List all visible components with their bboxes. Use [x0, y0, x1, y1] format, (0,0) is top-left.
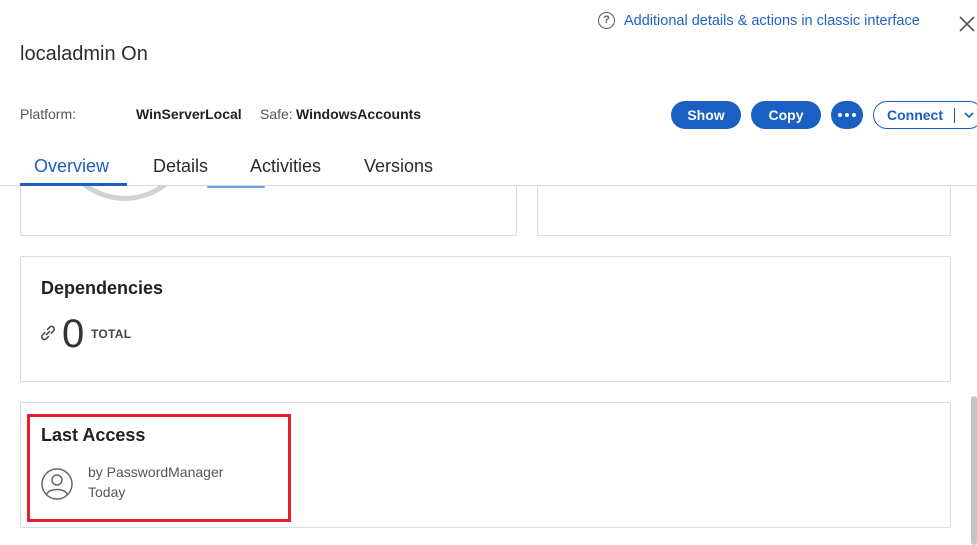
platform-value: WinServerLocal — [136, 106, 242, 122]
last-access-title: Last Access — [41, 425, 146, 445]
tab-details[interactable]: Details — [153, 156, 208, 177]
connect-label: Connect — [887, 107, 943, 123]
platform-label: Platform: — [20, 106, 77, 122]
classic-interface-link-label: Additional details & actions in classic … — [624, 12, 920, 29]
dependencies-total-label: TOTAL — [91, 327, 132, 341]
copy-button[interactable]: Copy — [751, 101, 821, 129]
dot — [852, 113, 856, 117]
info-card — [537, 186, 951, 236]
user-avatar-icon — [41, 468, 73, 500]
tab-versions[interactable]: Versions — [364, 156, 433, 177]
gauge-arc — [82, 186, 167, 201]
last-access-time: Today — [88, 484, 126, 500]
classic-interface-link[interactable]: ? Additional details & actions in classi… — [598, 12, 920, 29]
close-icon[interactable] — [958, 14, 977, 34]
more-actions-button[interactable] — [831, 101, 863, 129]
connect-separator — [954, 108, 955, 123]
dot — [838, 113, 842, 117]
connect-button[interactable]: Connect — [873, 101, 977, 129]
dependencies-title: Dependencies — [41, 278, 164, 298]
scrollbar[interactable] — [971, 396, 977, 545]
account-details-panel: ? Additional details & actions in classi… — [0, 0, 977, 545]
show-button[interactable]: Show — [671, 101, 741, 129]
account-title: localadmin On — [20, 43, 148, 65]
compliance-card — [20, 186, 517, 236]
tab-overview[interactable]: Overview — [34, 156, 109, 177]
dependencies-card: Dependencies 0 TOTAL — [20, 256, 951, 382]
last-access-user: by PasswordManager — [88, 464, 224, 480]
dot — [845, 113, 849, 117]
chevron-down-icon[interactable] — [962, 106, 976, 127]
safe-value: WindowsAccounts — [296, 106, 422, 122]
dependencies-count: 0 — [62, 312, 85, 356]
last-access-card: Last Access by PasswordManager Today — [20, 402, 951, 528]
safe-label: Safe: — [260, 106, 293, 122]
status-pill — [207, 186, 265, 188]
tab-activities[interactable]: Activities — [250, 156, 321, 177]
help-icon: ? — [598, 12, 615, 29]
link-icon — [41, 325, 55, 341]
